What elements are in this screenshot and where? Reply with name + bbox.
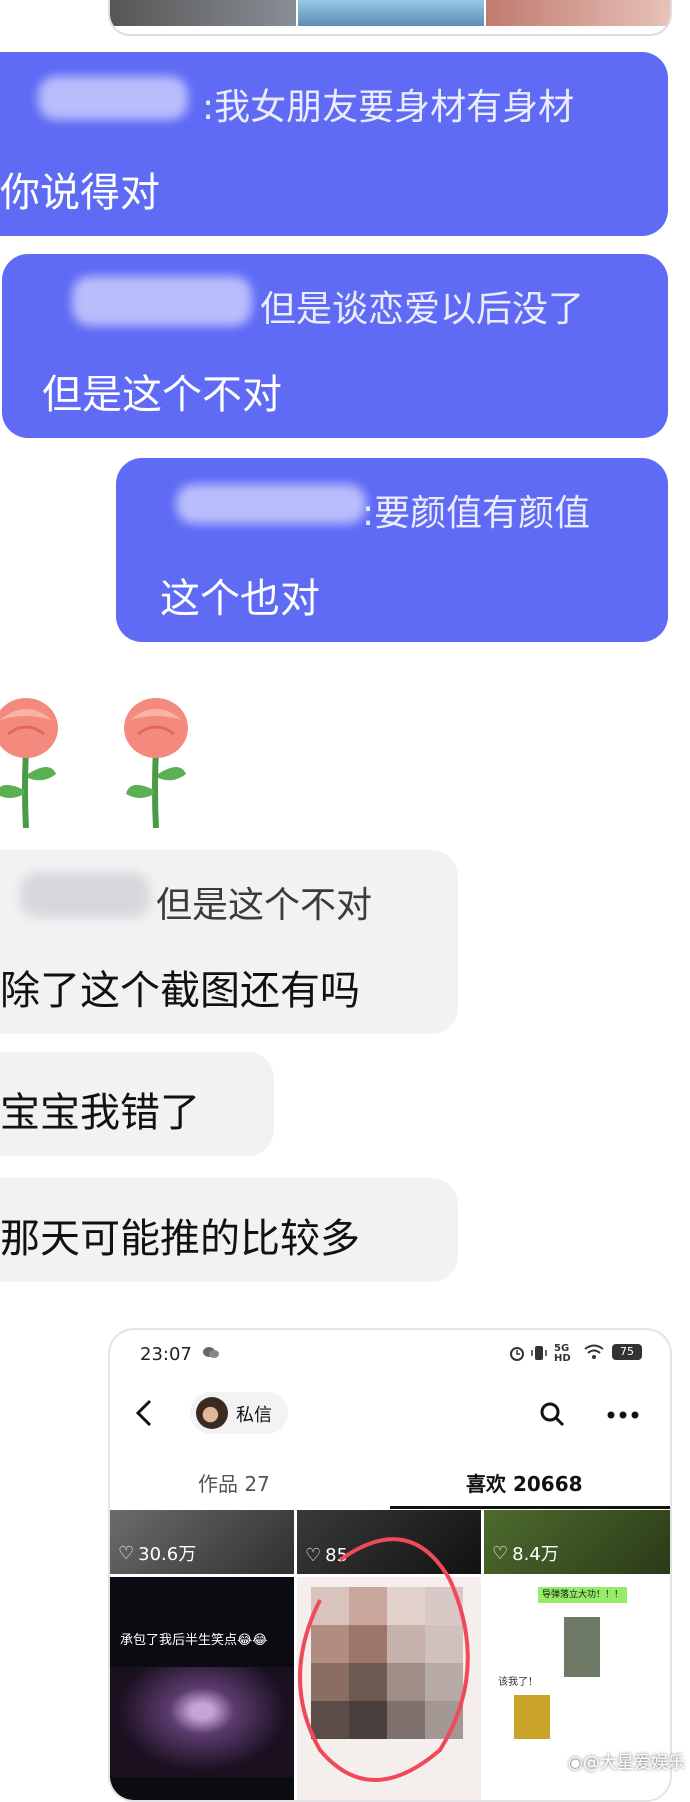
quoted-text: :我女朋友要身材有身材 (202, 87, 575, 128)
tab-likes[interactable]: 喜欢 20668 (466, 1468, 583, 1497)
chat-thumb-message: 导弹落立大功！！！ (538, 1587, 628, 1603)
liked-video-thumbnail[interactable]: ♡ 8.4万 (484, 1510, 670, 1574)
message-text: 除了这个截图还有吗 (0, 968, 360, 1014)
tab-works[interactable]: 作品 27 (198, 1468, 270, 1497)
received-message-bubble[interactable]: 宝宝我错了 (0, 1052, 274, 1156)
dm-label: 私信 (236, 1405, 272, 1426)
like-count: 8.4万 (512, 1544, 559, 1565)
blurred-username (38, 76, 188, 120)
vibrate-icon (531, 1346, 547, 1360)
red-circle-annotation (298, 1537, 470, 1782)
quoted-text: :要颜值有颜值 (362, 493, 591, 534)
alarm-icon (510, 1347, 524, 1361)
concert-stage-image (110, 1667, 294, 1777)
message-text: 宝宝我错了 (0, 1090, 200, 1136)
avatar (196, 1397, 228, 1429)
message-text: 但是这个不对 (42, 372, 282, 418)
rose-icon (0, 698, 58, 829)
message-text: 这个也对 (160, 576, 320, 622)
received-message-bubble[interactable]: 但是这个不对 除了这个截图还有吗 (0, 850, 458, 1034)
liked-video-thumbnail[interactable]: 承包了我后半生笑点😂😂 (110, 1577, 294, 1800)
battery-icon: 75 (612, 1344, 642, 1360)
sent-message-bubble[interactable]: :我女朋友要身材有身材 你说得对 (0, 52, 668, 236)
wifi-icon (584, 1344, 604, 1359)
message-text: 你说得对 (0, 170, 160, 216)
heart-icon: ♡ (492, 1542, 509, 1564)
wechat-icon (203, 1347, 219, 1358)
dm-button[interactable]: 私信 (190, 1392, 288, 1434)
quoted-text: 但是谈恋爱以后没了 (260, 289, 585, 330)
blurred-username (176, 484, 366, 524)
chat-thumb-video (564, 1617, 600, 1677)
embedded-profile-screenshot[interactable]: 23:07 5G HD 75 私信 作品 27 喜欢 20668 ♡ 30.6万 … (108, 1328, 672, 1802)
chat-thumb-video (514, 1695, 550, 1739)
battery-level: 75 (620, 1345, 634, 1358)
back-arrow-icon[interactable] (132, 1398, 156, 1428)
search-icon[interactable] (538, 1400, 566, 1428)
watermark: ◉@大星爱娱乐 (568, 1753, 685, 1773)
active-tab-indicator (390, 1506, 670, 1509)
network-label: 5G HD (554, 1343, 571, 1364)
status-time: 23:07 (140, 1344, 192, 1365)
rose-icon (124, 698, 188, 829)
top-image-strip[interactable] (108, 0, 672, 36)
like-count: 30.6万 (138, 1544, 197, 1565)
sent-message-bubble[interactable]: :要颜值有颜值 这个也对 (116, 458, 668, 642)
sent-message-bubble[interactable]: 但是谈恋爱以后没了 但是这个不对 (2, 254, 668, 438)
chat-thumb-text: 该我了！ (498, 1677, 538, 1688)
weibo-icon: ◉ (568, 1753, 583, 1773)
more-options-icon[interactable] (606, 1410, 640, 1420)
received-message-bubble[interactable]: 那天可能推的比较多 (0, 1178, 458, 1282)
quoted-text: 但是这个不对 (156, 885, 373, 926)
blurred-username (20, 872, 150, 918)
message-text: 那天可能推的比较多 (0, 1216, 360, 1262)
blurred-username (72, 276, 252, 326)
heart-icon: ♡ (118, 1542, 135, 1564)
liked-video-thumbnail[interactable]: ♡ 30.6万 (110, 1510, 294, 1574)
video-caption: 承包了我后半生笑点😂😂 (120, 1633, 268, 1648)
